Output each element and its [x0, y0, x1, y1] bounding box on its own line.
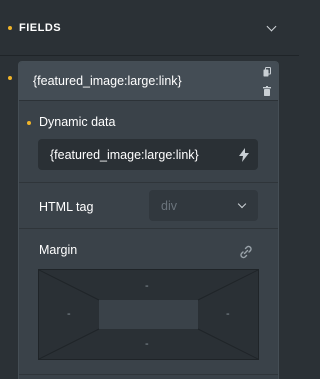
section-title: FIELDS	[19, 22, 62, 34]
chevron-down-icon[interactable]	[266, 21, 277, 32]
margin-right-input[interactable]: -	[226, 308, 230, 320]
divider	[19, 228, 278, 229]
margin-bottom-input[interactable]: -	[145, 338, 149, 350]
margin-label: Margin	[39, 243, 78, 257]
bolt-icon[interactable]	[239, 148, 249, 162]
margin-box-content	[99, 300, 198, 329]
field-item-header[interactable]: {featured_image:large:link}	[19, 62, 278, 101]
dynamic-data-label: Dynamic data	[39, 115, 116, 129]
trash-icon[interactable]	[263, 86, 271, 96]
html-tag-select[interactable]: div	[149, 190, 258, 221]
copy-icon[interactable]	[263, 67, 271, 77]
fields-section-header[interactable]: FIELDS	[0, 0, 299, 56]
field-indicator-dot	[27, 121, 31, 125]
section-indicator-dot	[8, 26, 12, 30]
margin-top-input[interactable]: -	[145, 280, 149, 292]
field-item-card: {featured_image:large:link} Dynamic data…	[18, 61, 279, 379]
margin-left-input[interactable]: -	[67, 308, 71, 320]
dynamic-data-input[interactable]: {featured_image:large:link}	[38, 139, 258, 170]
field-item-title: {featured_image:large:link}	[33, 74, 182, 88]
divider	[19, 182, 278, 183]
chevron-down-icon	[237, 199, 247, 209]
html-tag-label: HTML tag	[39, 200, 94, 214]
html-tag-value: div	[161, 199, 177, 213]
link-icon[interactable]	[239, 245, 253, 259]
divider	[19, 374, 278, 375]
dynamic-data-value: {featured_image:large:link}	[50, 148, 199, 162]
item-indicator-dot	[8, 76, 12, 80]
margin-box-editor: - - - -	[38, 269, 259, 360]
